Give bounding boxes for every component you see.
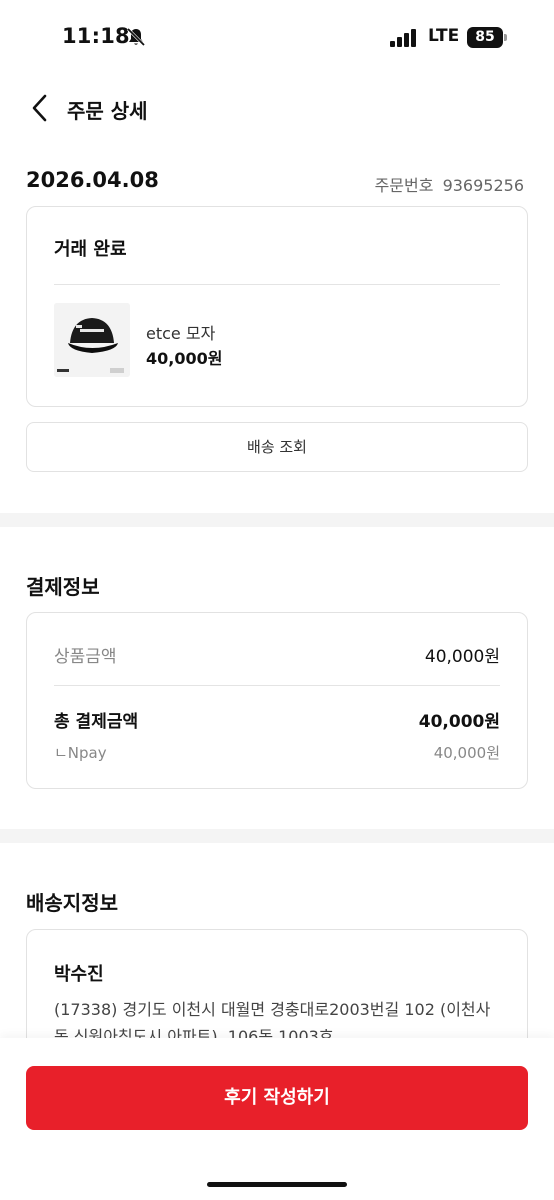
- battery-icon: 85: [467, 27, 507, 48]
- total-amount-value: 40,000원: [418, 712, 500, 732]
- section-divider: [0, 829, 554, 843]
- product-amount-label: 상품금액: [54, 647, 117, 667]
- payment-method-amount: 40,000원: [433, 744, 500, 762]
- status-bar: 11:18 LTE 85: [0, 0, 554, 76]
- product-thumbnail[interactable]: [54, 303, 130, 377]
- write-review-button[interactable]: 후기 작성하기: [26, 1066, 528, 1130]
- order-number: 주문번호 93695256: [375, 172, 524, 196]
- page-title: 주문 상세: [67, 99, 148, 123]
- product-amount-value: 40,000원: [424, 647, 500, 667]
- battery-cap: [504, 34, 507, 41]
- home-indicator: [207, 1182, 347, 1187]
- total-amount-label: 총 결제금액: [54, 712, 139, 732]
- track-delivery-button[interactable]: 배송 조회: [26, 422, 528, 472]
- header: 주문 상세: [0, 80, 554, 140]
- order-number-label: 주문번호: [374, 176, 434, 195]
- section-divider: [0, 513, 554, 527]
- chevron-left-icon[interactable]: [26, 92, 54, 124]
- shipping-section-title: 배송지정보: [26, 891, 118, 915]
- product-name[interactable]: etce 모자: [146, 320, 215, 344]
- payment-method-label: ㄴNpay: [54, 744, 107, 762]
- signal-icon: [390, 29, 416, 47]
- order-status: 거래 완료: [54, 239, 127, 260]
- payment-section-title: 결제정보: [26, 575, 100, 599]
- product-price: 40,000원: [146, 349, 223, 368]
- black-cap-image: [54, 303, 130, 377]
- order-number-value: 93695256: [442, 176, 524, 195]
- status-time: 11:18: [62, 24, 130, 48]
- network-type: LTE: [428, 26, 460, 46]
- battery-level: 85: [467, 27, 503, 48]
- order-card: 거래 완료 etce 모자 40,000원: [26, 206, 528, 407]
- payment-card: 상품금액 40,000원 총 결제금액 40,000원 ㄴNpay 40,000…: [26, 612, 528, 789]
- recipient-name: 박수진: [54, 964, 104, 985]
- divider: [54, 284, 500, 285]
- divider: [54, 685, 500, 686]
- order-date: 2026.04.08: [26, 168, 159, 192]
- bell-muted-icon: [126, 27, 146, 47]
